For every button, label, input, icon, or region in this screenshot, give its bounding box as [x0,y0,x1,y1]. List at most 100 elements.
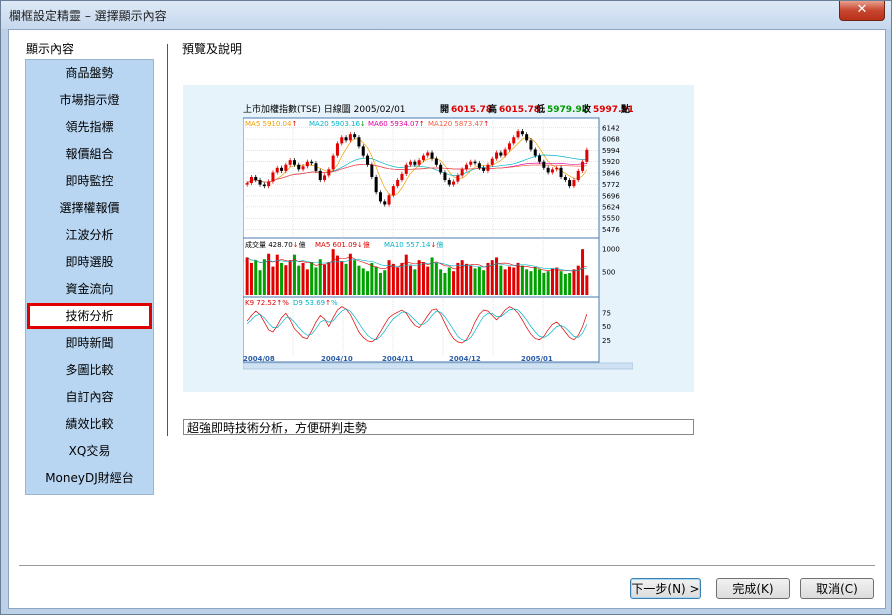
x-tick-label: 2004/12 [449,355,481,363]
price-tick-label: 5476 [602,226,620,234]
horizontal-divider [19,565,875,566]
volume-bar [404,254,408,295]
candle-body [335,143,339,156]
volume-bar [254,260,258,295]
volume-bar [267,253,271,295]
close-button[interactable]: ✕ [839,1,885,21]
volume-bar [559,271,563,295]
candle-body [490,158,494,165]
candle-body [581,161,585,171]
price-tick-label: 6142 [602,124,620,132]
volume-tick-label: 1000 [602,246,620,254]
candle-body [443,172,447,181]
cancel-button[interactable]: 取消(C) [800,578,874,599]
list-item-custom-content[interactable]: 自訂內容 [26,384,153,410]
chart-title: 上市加權指數(TSE) 日線圖 2005/02/01 [243,103,406,115]
volume-bar [538,269,542,295]
description-box: 超強即時技術分析，方便研判走勢 [183,419,694,435]
candle-body [370,164,374,177]
candle-body [426,152,430,156]
list-item-product-trend[interactable]: 商品盤勢 [26,60,153,86]
ma-legend-label: MA5 5910.04↑ [245,120,297,128]
candle-body [529,140,533,150]
volume-bar [542,273,546,295]
candle-body [280,167,284,171]
candle-body [262,184,266,187]
candle-body [288,160,292,165]
price-tick-label: 5624 [602,203,620,211]
content-list: 商品盤勢 市場指示燈 領先指標 報價組合 即時監控 選擇權報價 江波分析 即時選… [25,59,154,495]
price-tick-label: 5772 [602,181,620,189]
candle-body [284,164,288,171]
volume-bar [331,249,335,295]
kd-tick-label: 75 [602,309,611,317]
candle-body [361,146,365,156]
volume-bar [482,270,486,295]
volume-bar [271,266,275,295]
list-item-technical-analysis[interactable]: 技術分析 [27,303,152,329]
candle-body [271,172,275,182]
list-item-wave-analysis[interactable]: 江波分析 [26,222,153,248]
volume-bar [262,259,266,295]
candle-body [477,163,481,168]
volume-bar [516,262,520,295]
volume-bar [310,262,314,295]
candle-body [366,155,370,165]
volume-bar [443,273,447,295]
volume-bar [361,268,365,295]
volume-bar [452,271,456,295]
finish-button[interactable]: 完成(K) [716,578,790,599]
volume-bar [370,262,374,295]
volume-bar [456,262,460,295]
candle-body [512,137,516,144]
volume-bar [280,262,284,295]
volume-bar [301,262,305,295]
candle-body [516,131,520,138]
open-value: 6015.78 [451,105,492,115]
volume-bar [512,267,516,295]
volume-bar [249,262,253,295]
list-item-realtime-news[interactable]: 即時新聞 [26,330,153,356]
volume-bar [327,262,331,295]
candle-body [400,173,404,181]
candle-body [507,143,511,150]
list-item-multi-chart[interactable]: 多圖比較 [26,357,153,383]
list-item-options-quote[interactable]: 選擇權報價 [26,195,153,221]
list-item-realtime-monitor[interactable]: 即時監控 [26,168,153,194]
candle-body [323,175,327,181]
candle-body [460,169,464,176]
volume-bar [469,265,473,295]
volume-bar [525,269,529,295]
volume-bar [378,273,382,295]
volume-bar [563,273,567,295]
list-item-leading-indicator[interactable]: 領先指標 [26,114,153,140]
volume-bar [473,268,477,295]
list-item-fund-flow[interactable]: 資金流向 [26,276,153,302]
next-button[interactable]: 下一步(N) > [630,578,701,599]
client-area: 顯示內容 商品盤勢 市場指示燈 領先指標 報價組合 即時監控 選擇權報價 江波分… [8,29,886,609]
list-item-moneydj[interactable]: MoneyDJ財經台 [26,465,153,491]
volume-legend-label: MA10 557.14↓億 [384,240,443,249]
volume-bar [550,268,554,295]
candle-body [409,161,413,165]
volume-bar [374,266,378,295]
ma-legend-label: MA20 5903.16↓ [309,120,366,128]
list-item-xq-trade[interactable]: XQ交易 [26,438,153,464]
volume-bar [391,263,395,295]
candle-body [387,195,391,205]
vertical-divider [167,44,168,436]
volume-bar [546,271,550,295]
volume-bar [434,262,438,295]
volume-bar [396,267,400,295]
low-label: 低 [535,103,545,115]
list-item-quote-group[interactable]: 報價組合 [26,141,153,167]
candle-body [464,164,468,170]
candle-body [482,167,486,171]
candle-body [456,175,460,182]
high-value: 6015.78 [499,105,540,115]
list-item-market-indicator[interactable]: 市場指示燈 [26,87,153,113]
list-item-performance[interactable]: 績效比較 [26,411,153,437]
candle-body [327,169,331,176]
list-item-stock-screener[interactable]: 即時選股 [26,249,153,275]
volume-bar [486,262,490,295]
